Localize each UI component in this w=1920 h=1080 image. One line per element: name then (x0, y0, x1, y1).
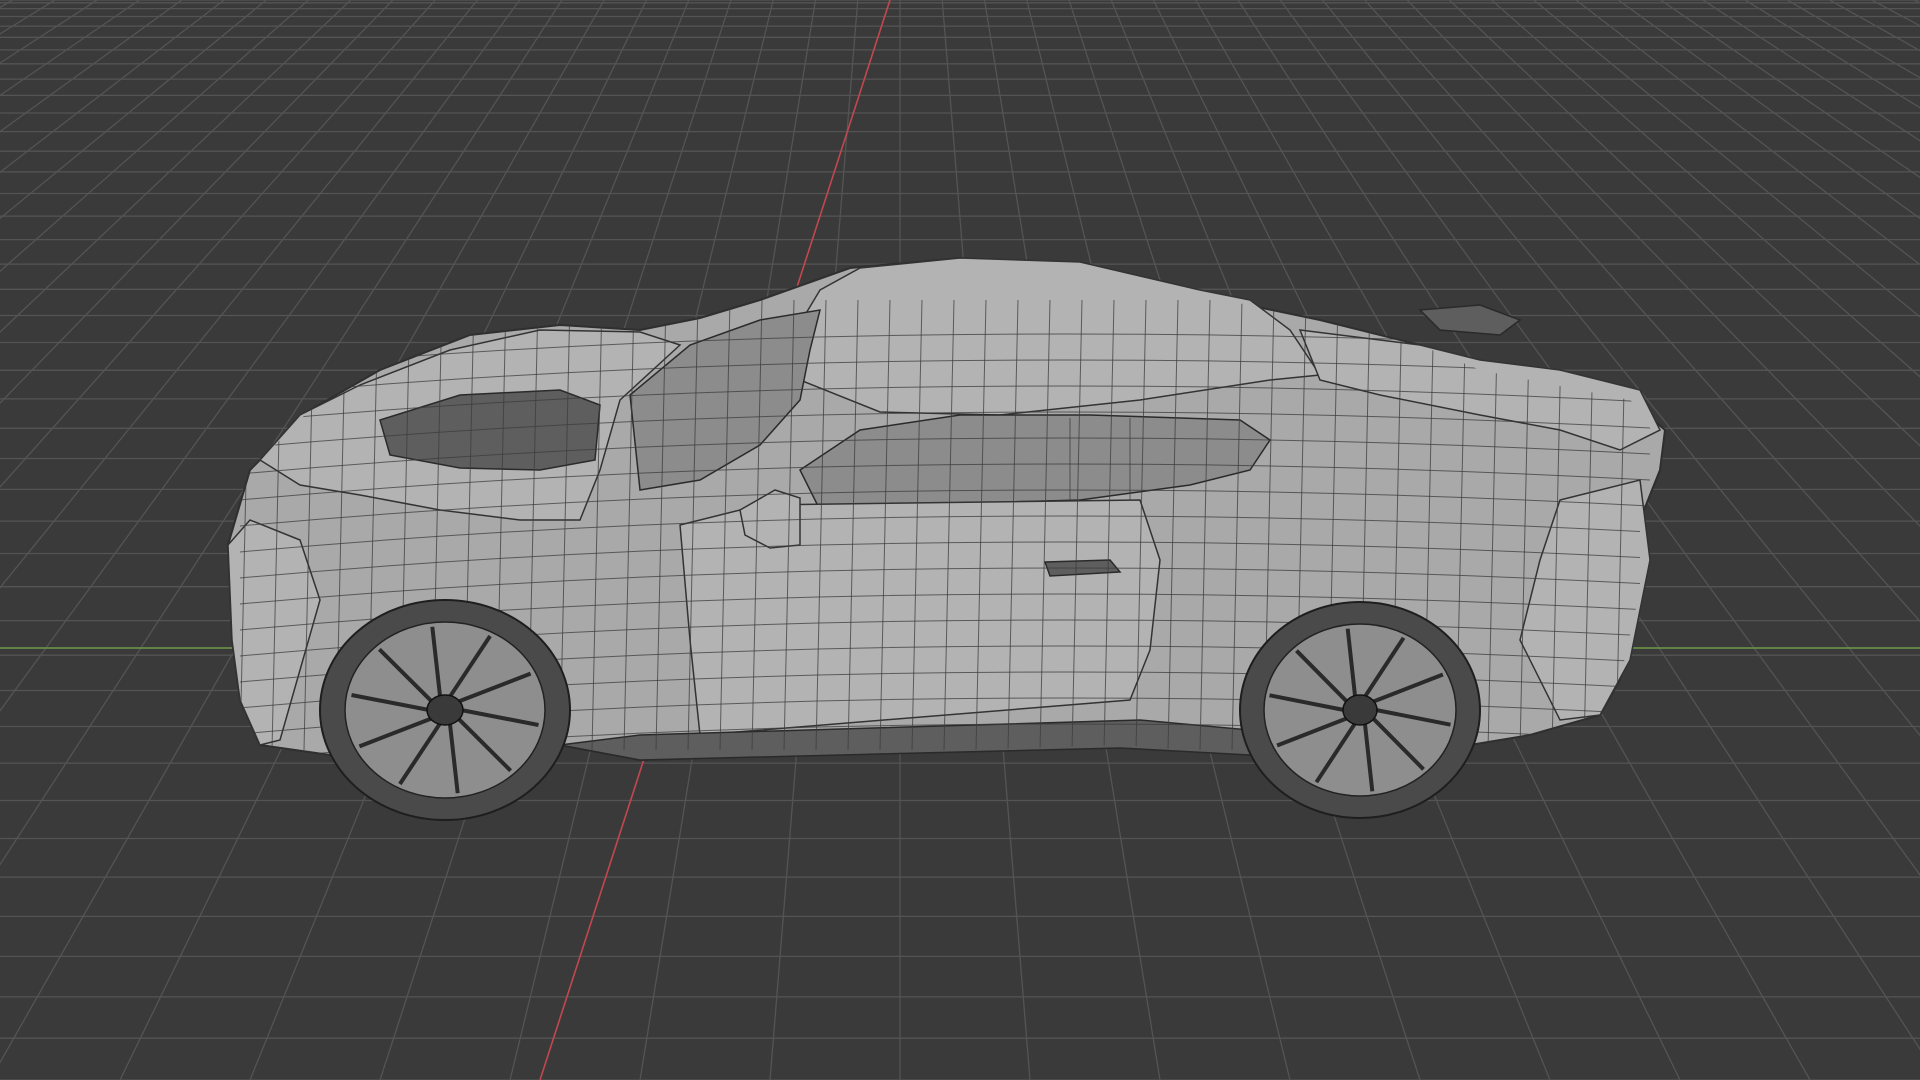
rear-spoiler (1418, 304, 1522, 336)
rear-wheel[interactable] (1239, 601, 1481, 819)
viewport-canvas[interactable] (0, 0, 1920, 1080)
front-wheel[interactable] (319, 599, 571, 821)
3d-viewport[interactable] (0, 0, 1920, 1080)
